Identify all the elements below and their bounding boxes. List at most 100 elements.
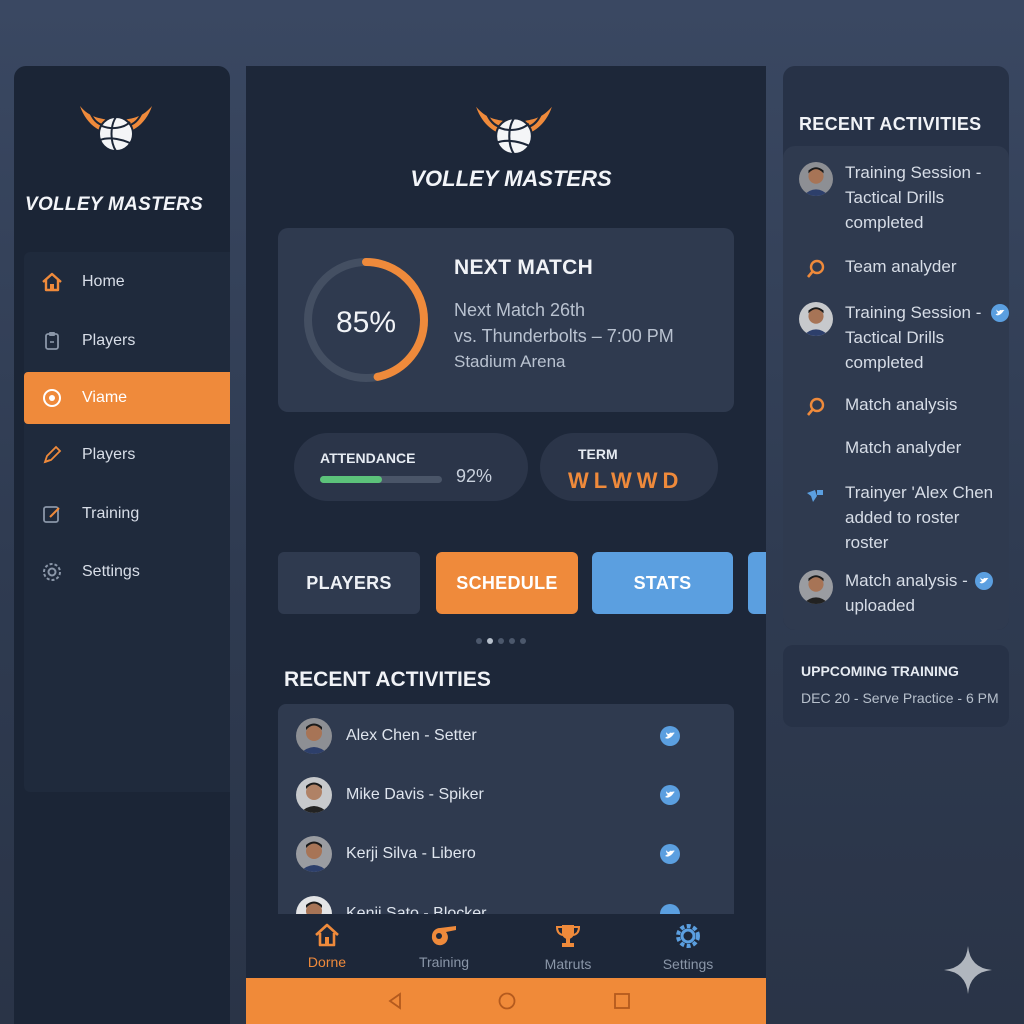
tab-schedule[interactable]: SCHEDULE bbox=[436, 552, 578, 614]
list-item[interactable]: Kenji Sato - Blocker bbox=[296, 894, 716, 914]
upcoming-training-text: DEC 20 - Serve Practice - 6 PM bbox=[801, 690, 999, 706]
twitter-icon[interactable] bbox=[975, 572, 993, 590]
activity-item[interactable]: Training Session - Tactical Drills compl… bbox=[799, 160, 1009, 236]
sparkle-icon bbox=[944, 946, 992, 994]
avatar bbox=[296, 836, 332, 872]
tab-stats[interactable]: STATS bbox=[592, 552, 733, 614]
upcoming-training-card[interactable]: UPPCOMING TRAINING DEC 20 - Serve Practi… bbox=[783, 645, 1009, 727]
whistle-icon bbox=[431, 926, 456, 946]
activity-item[interactable]: Training Session - Tactical Drills compl… bbox=[799, 300, 1009, 376]
avatar bbox=[296, 896, 332, 914]
twitter-icon[interactable] bbox=[660, 844, 680, 864]
activity-item[interactable]: Match analysis bbox=[799, 392, 1009, 422]
sidebar-item-label: Players bbox=[82, 332, 136, 349]
activity-text: Trainyer 'Alex Chen added to roster rost… bbox=[845, 483, 994, 552]
winged-volleyball-icon bbox=[80, 106, 152, 152]
next-match-opponent: vs. Thunderbolts – 7:00 PM bbox=[454, 326, 674, 346]
back-icon[interactable] bbox=[386, 992, 404, 1010]
activity-text: Training Session - Tactical Drills compl… bbox=[845, 303, 982, 372]
home-icon bbox=[315, 923, 339, 947]
player-name: Mike Davis - Spiker bbox=[346, 786, 484, 803]
bottom-nav-training[interactable]: Training bbox=[394, 922, 494, 970]
search-icon bbox=[807, 397, 825, 416]
tab-next-partial[interactable] bbox=[748, 552, 766, 614]
player-name: Kerji Silva - Libero bbox=[346, 845, 476, 862]
sidebar-item-home[interactable]: Home bbox=[24, 256, 230, 308]
activity-feed: Training Session - Tactical Drills compl… bbox=[783, 146, 1009, 630]
term-results: WLWWD bbox=[568, 468, 684, 493]
sidebar-item-players[interactable]: Players bbox=[24, 315, 230, 367]
sidebar-item-label: Settings bbox=[82, 563, 140, 580]
bottom-nav-label: Settings bbox=[662, 956, 714, 972]
avatar bbox=[799, 570, 833, 604]
term-label: TERM bbox=[578, 446, 618, 462]
list-item[interactable]: Kerji Silva - Libero bbox=[296, 834, 716, 874]
next-match-venue: Stadium Arena bbox=[454, 352, 566, 371]
activity-text: Match analyder bbox=[845, 438, 962, 457]
activity-item[interactable]: Trainyer 'Alex Chen added to roster rost… bbox=[799, 480, 1009, 556]
carousel-dot[interactable] bbox=[476, 638, 482, 644]
carousel-dot-active[interactable] bbox=[487, 638, 493, 644]
sidebar-item-players-2[interactable]: Players bbox=[24, 429, 230, 481]
pencil-icon bbox=[40, 443, 64, 467]
gear-icon bbox=[40, 560, 64, 584]
activity-text: Match analysis - uploaded bbox=[845, 571, 968, 615]
carousel-dot[interactable] bbox=[498, 638, 504, 644]
clipboard-icon bbox=[40, 329, 64, 353]
sidebar-item-label: Training bbox=[82, 505, 140, 522]
carousel-dot[interactable] bbox=[509, 638, 515, 644]
term-pill[interactable]: TERM WLWWD bbox=[540, 433, 718, 501]
activity-item[interactable]: Match analysis - uploaded bbox=[799, 568, 1009, 620]
brand-name: VOLLEY MASTERS bbox=[410, 166, 612, 191]
list-item[interactable]: Mike Davis - Spiker bbox=[296, 775, 716, 815]
avatar bbox=[799, 162, 833, 196]
bottom-nav-home[interactable]: Dorne bbox=[277, 922, 377, 970]
carousel-dots[interactable] bbox=[476, 638, 526, 644]
sidebar-item-viame[interactable]: Viame bbox=[24, 372, 230, 424]
twitter-icon[interactable] bbox=[660, 904, 680, 914]
list-item[interactable]: Alex Chen - Setter bbox=[296, 716, 716, 756]
recents-icon[interactable] bbox=[613, 992, 631, 1010]
activity-item[interactable]: Match analyder bbox=[799, 435, 1009, 465]
bottom-nav-label: Dorne bbox=[307, 954, 347, 970]
next-match-date: Next Match 26th bbox=[454, 300, 586, 320]
system-nav-bar bbox=[246, 978, 766, 1024]
activity-text: Match analysis bbox=[845, 395, 958, 414]
avatar bbox=[296, 777, 332, 813]
avatar bbox=[296, 718, 332, 754]
edit-icon bbox=[40, 502, 64, 526]
sidebar-item-training[interactable]: Training bbox=[24, 488, 230, 540]
activity-text: Team analyder bbox=[845, 257, 957, 276]
attendance-bar-fill bbox=[320, 476, 382, 483]
right-recent-activities-title: RECENT ACTIVITIES bbox=[799, 114, 982, 134]
twitter-icon[interactable] bbox=[660, 726, 680, 746]
home-circle-icon[interactable] bbox=[498, 992, 516, 1010]
bottom-nav-settings[interactable]: Settings bbox=[638, 922, 738, 972]
sidebar-item-label: Viame bbox=[82, 389, 128, 406]
right-activity-panel: RECENT ACTIVITIES Training Session - Tac… bbox=[783, 66, 1009, 630]
search-icon bbox=[807, 259, 825, 278]
attendance-pill[interactable]: ATTENDANCE 92% bbox=[294, 433, 528, 501]
trophy-icon bbox=[555, 925, 581, 947]
tab-players[interactable]: PLAYERS bbox=[278, 552, 420, 614]
bottom-nav-matches[interactable]: Matruts bbox=[518, 922, 618, 972]
bottom-nav-label: Training bbox=[418, 954, 470, 970]
sidebar-nav: Home Players Viame Players Training Sett… bbox=[24, 252, 230, 792]
player-name: Kenji Sato - Blocker bbox=[346, 905, 487, 914]
recent-activities-title: RECENT ACTIVITIES bbox=[284, 668, 491, 691]
phone-screen: VOLLEY MASTERS 85% NEXT MATCH Next Match… bbox=[246, 66, 766, 1024]
twitter-icon[interactable] bbox=[660, 785, 680, 805]
carousel-dot[interactable] bbox=[520, 638, 526, 644]
player-list: Alex Chen - Setter Mike Davis - Spiker K… bbox=[278, 704, 734, 914]
attendance-value: 92% bbox=[456, 466, 493, 486]
winged-volleyball-icon bbox=[476, 106, 552, 156]
attendance-label: ATTENDANCE bbox=[320, 450, 416, 466]
sidebar-item-settings[interactable]: Settings bbox=[24, 546, 230, 598]
gear-icon bbox=[676, 924, 700, 948]
next-match-title: NEXT MATCH bbox=[454, 256, 594, 279]
bottom-nav-label: Matruts bbox=[544, 956, 592, 972]
target-icon bbox=[40, 386, 64, 410]
activity-item[interactable]: Team analyder bbox=[799, 254, 1009, 284]
twitter-icon[interactable] bbox=[991, 304, 1009, 322]
next-match-card[interactable]: 85% NEXT MATCH Next Match 26th vs. Thund… bbox=[278, 228, 734, 412]
